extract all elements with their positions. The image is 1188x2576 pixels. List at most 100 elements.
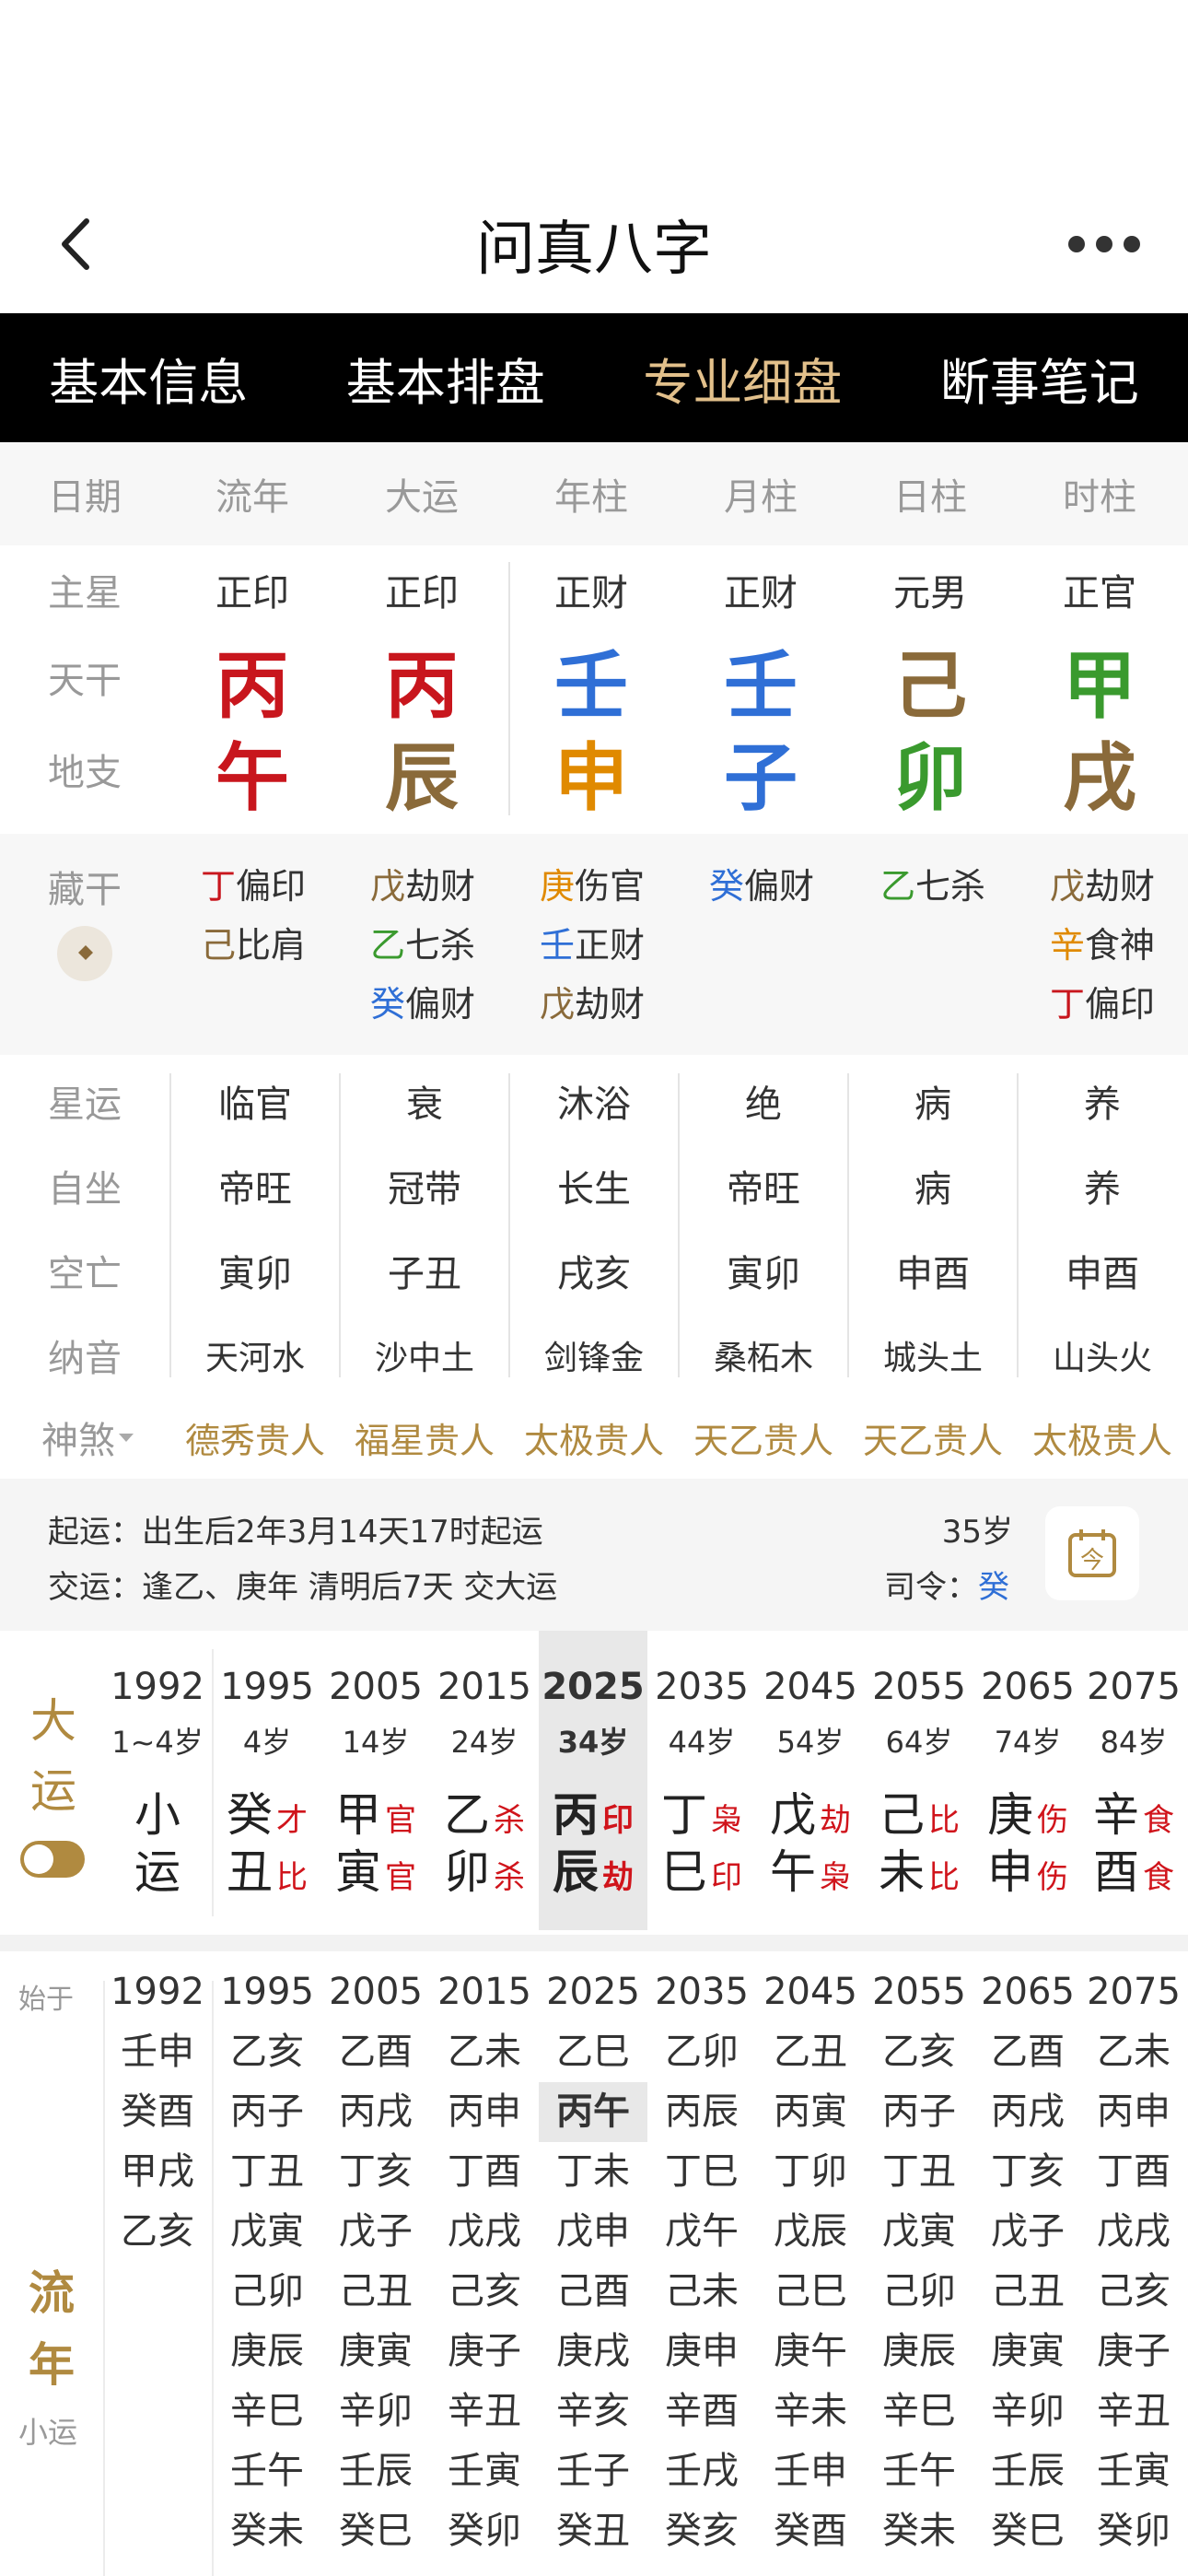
- nayin-cell: 天河水: [204, 1340, 305, 1377]
- zizuo-cell: 病: [914, 1168, 951, 1211]
- dayun-label: 大运: [30, 1694, 76, 1818]
- kongwang-cell: 子丑: [388, 1253, 461, 1295]
- header-liunian: 流年: [215, 476, 289, 519]
- section-divider: [0, 1935, 1188, 1951]
- liunian-col[interactable]: 2065 乙酉 丙戌 丁亥 戊子 己丑 庚寅 辛卯 壬辰 癸巳: [973, 1962, 1082, 2561]
- xingyun-cell: 沐浴: [557, 1083, 631, 1126]
- tab-basic-info[interactable]: 基本信息: [0, 313, 297, 442]
- page-title: 问真八字: [476, 216, 712, 284]
- label-canggan: 藏干: [48, 869, 122, 911]
- caret-down-icon: [119, 1434, 134, 1442]
- dayun-col[interactable]: 2035 44岁 丁枭 巳印: [647, 1631, 756, 1930]
- liunian-label: 流年: [29, 2266, 75, 2392]
- label-shensha: 神煞: [41, 1420, 115, 1462]
- nav-bar: 问真八字: [0, 175, 1188, 313]
- dizhi-cell: 申: [554, 734, 628, 821]
- dizhi-cell: 戌: [1063, 734, 1136, 821]
- dayun-col[interactable]: 1995 4岁 癸才 丑比: [213, 1631, 321, 1930]
- tab-notes[interactable]: 断事笔记: [891, 313, 1188, 442]
- label-dizhi: 地支: [48, 752, 122, 794]
- canggan-col-2: 庚伤官 壬正财 戊劫财: [540, 866, 646, 1025]
- dayun-col[interactable]: 2065 74岁 庚伤 申伤: [973, 1631, 1082, 1930]
- pin-icon[interactable]: [57, 926, 112, 981]
- zhuxing-cell: 正印: [385, 572, 459, 615]
- liunian-col[interactable]: 2005 乙酉 丙戌 丁亥 戊子 己丑 庚寅 辛卯 壬辰 癸巳: [321, 1962, 430, 2561]
- dizhi-cell: 辰: [385, 734, 459, 821]
- nayin-cell: 桑柘木: [713, 1340, 813, 1377]
- tiangan-cell: 丙: [215, 642, 289, 729]
- canggan-col-5: 戊劫财 辛食神 丁偏印: [1050, 866, 1156, 1025]
- dayun-col-current[interactable]: 2025 34岁 丙印 辰劫: [539, 1631, 647, 1930]
- nayin-cell: 沙中土: [374, 1340, 474, 1377]
- xingyun-cell: 临官: [218, 1083, 292, 1126]
- tab-basic-chart[interactable]: 基本排盘: [297, 313, 595, 442]
- nayin-cell: 山头火: [1052, 1340, 1152, 1377]
- canggan-col-0: 丁偏印 己比肩: [201, 866, 307, 966]
- label-nayin: 纳音: [48, 1338, 122, 1380]
- liunian-current-year: 丙午: [539, 2082, 647, 2142]
- header-date: 日期: [48, 476, 122, 519]
- liunian-col-current[interactable]: 2025 乙巳 丙午 丁未 戊申 己酉 庚戌 辛亥 壬子 癸丑: [539, 1962, 647, 2561]
- label-zhuxing: 主星: [48, 572, 122, 615]
- dayun-col[interactable]: 2075 84岁 辛食 酉食: [1079, 1631, 1188, 1930]
- dizhi-cell: 卯: [893, 734, 967, 821]
- canggan-col-4: 乙七杀: [880, 866, 986, 907]
- header-hour-pillar: 时柱: [1063, 476, 1136, 519]
- tiangan-cell: 甲: [1063, 642, 1136, 729]
- kongwang-cell: 申酉: [1066, 1253, 1139, 1295]
- liunian-col[interactable]: 2035 乙卯 丙辰 丁巳 戊午 己未 庚申 辛酉 壬戌 癸亥: [647, 1962, 756, 2561]
- tab-pro-detail[interactable]: 专业细盘: [594, 313, 891, 442]
- shensha-dropdown[interactable]: 神煞: [20, 1400, 158, 1474]
- svg-text:今: 今: [1080, 1547, 1104, 1575]
- pillar-header-row: 日期 流年 大运 年柱 月柱 日柱 时柱: [0, 442, 1188, 545]
- zizuo-cell: 长生: [557, 1168, 631, 1211]
- liunian-col[interactable]: 2015 乙未 丙申 丁酉 戊戌 己亥 庚子 辛丑 壬寅 癸卯: [430, 1962, 539, 2561]
- header-dayun: 大运: [385, 476, 459, 519]
- tiangan-cell: 丙: [385, 642, 459, 729]
- more-dots-icon[interactable]: [1068, 226, 1151, 263]
- dayun-col[interactable]: 2015 24岁 乙杀 卯杀: [430, 1631, 539, 1930]
- jiaoyun-line: 交运：逢乙、庚年 清明后7天 交大运: [48, 1569, 558, 1606]
- liunian-col[interactable]: 2055 乙亥 丙子 丁丑 戊寅 己卯 庚辰 辛巳 壬午 癸未: [865, 1962, 973, 2561]
- xingyun-cell: 病: [914, 1083, 951, 1126]
- shensha-cell: 天乙贵人: [862, 1420, 1003, 1461]
- dayun-col[interactable]: 2045 54岁 戊劫 午枭: [756, 1631, 865, 1930]
- liunian-start-label: 始于: [18, 1984, 74, 2016]
- zhuxing-cell: 正印: [215, 572, 289, 615]
- siling-line: 司令：癸: [884, 1569, 1009, 1606]
- zizuo-cell: 养: [1084, 1168, 1121, 1211]
- liunian-col[interactable]: 2075 乙未 丙申 丁酉 戊戌 己亥 庚子 辛丑 壬寅 癸卯: [1079, 1962, 1188, 2561]
- tiangan-cell: 己: [893, 642, 967, 729]
- calendar-today-icon[interactable]: 今: [1045, 1506, 1139, 1600]
- zizuo-cell: 帝旺: [218, 1168, 292, 1211]
- label-zizuo: 自坐: [48, 1168, 122, 1211]
- zizuo-cell: 冠带: [388, 1168, 461, 1211]
- canggan-col-1: 戊劫财 乙七杀 癸偏财: [370, 866, 476, 1025]
- nayin-cell: 城头土: [882, 1340, 983, 1377]
- dayun-col[interactable]: 2005 14岁 甲官 寅官: [321, 1631, 430, 1930]
- dayun-col[interactable]: 1992 1~4岁 小 运: [103, 1631, 212, 1930]
- current-age: 35岁: [941, 1514, 1013, 1551]
- zhuxing-cell: 正官: [1063, 572, 1136, 615]
- shensha-cell: 德秀贵人: [184, 1420, 325, 1461]
- dayun-col[interactable]: 2055 64岁 己比 未比: [865, 1631, 973, 1930]
- dizhi-cell: 午: [215, 734, 289, 821]
- label-tiangan: 天干: [48, 660, 122, 702]
- xingyun-cell: 养: [1084, 1083, 1121, 1126]
- xiaoyun-label: 小运: [18, 2415, 78, 2450]
- kongwang-cell: 戌亥: [557, 1253, 631, 1295]
- xingyun-cell: 衰: [406, 1083, 443, 1126]
- kongwang-cell: 寅卯: [727, 1253, 800, 1295]
- shensha-cell: 天乙贵人: [693, 1420, 833, 1461]
- dizhi-cell: 子: [724, 734, 798, 821]
- liunian-col[interactable]: 1995 乙亥 丙子 丁丑 戊寅 己卯 庚辰 辛巳 壬午 癸未: [213, 1962, 321, 2561]
- shensha-cell: 福星贵人: [354, 1420, 495, 1461]
- xiaoyun-toggle[interactable]: [20, 1841, 85, 1878]
- zhuxing-cell: 元男: [893, 572, 967, 615]
- zhuxing-cell: 正财: [554, 572, 628, 615]
- liunian-col[interactable]: 2045 乙丑 丙寅 丁卯 戊辰 己巳 庚午 辛未 壬申 癸酉: [756, 1962, 865, 2561]
- liunian-col: 1992 壬申 癸酉 甲戌 乙亥: [111, 1971, 204, 2253]
- label-kongwang: 空亡: [48, 1253, 122, 1295]
- tiangan-cell: 壬: [724, 642, 798, 729]
- header-month-pillar: 月柱: [724, 476, 798, 519]
